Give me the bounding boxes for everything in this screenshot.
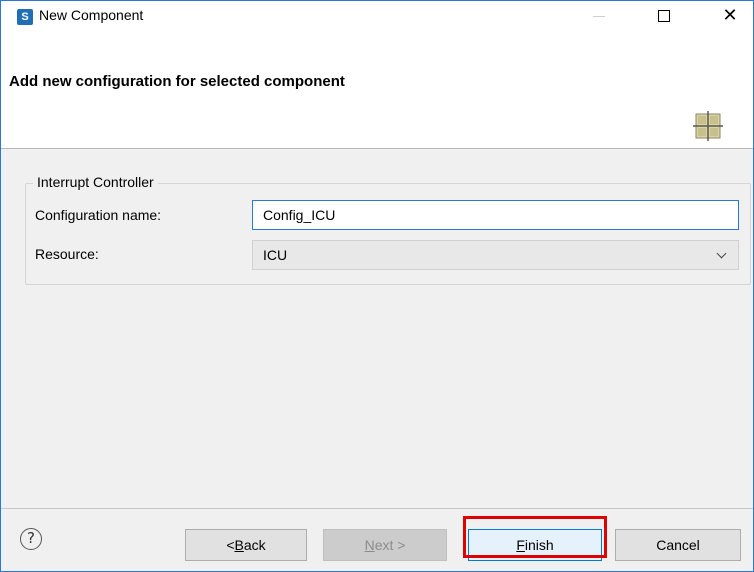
finish-mnemonic: F — [516, 537, 525, 553]
group-legend: Interrupt Controller — [33, 174, 158, 190]
maximize-button[interactable] — [641, 1, 687, 31]
minimize-button[interactable] — [576, 1, 622, 31]
footer-divider — [1, 508, 753, 509]
banner-title: Add new configuration for selected compo… — [9, 73, 345, 90]
back-mnemonic: B — [234, 537, 244, 553]
resource-select[interactable]: ICU — [252, 240, 739, 270]
cancel-button[interactable]: Cancel — [615, 529, 741, 561]
next-mnemonic: N — [364, 537, 375, 553]
back-button[interactable]: < Back — [185, 529, 307, 561]
resource-selected-value: ICU — [263, 247, 288, 263]
app-icon: S — [14, 9, 33, 25]
configuration-name-input[interactable] — [252, 200, 739, 230]
title-bar[interactable]: S New Component ✕ — [1, 1, 753, 31]
wizard-banner: Add new configuration for selected compo… — [1, 31, 753, 149]
close-button[interactable]: ✕ — [707, 1, 753, 31]
component-grid-icon — [693, 111, 723, 141]
back-rest: ack — [243, 537, 266, 553]
back-prefix: < — [226, 537, 235, 553]
close-icon: ✕ — [722, 5, 738, 26]
help-icon[interactable]: ? — [20, 528, 42, 550]
finish-rest: inish — [524, 537, 554, 553]
window-title: New Component — [39, 7, 144, 23]
chevron-down-icon — [716, 249, 728, 261]
dialog-window: S New Component ✕ Add new configuration … — [0, 0, 754, 572]
maximize-icon — [658, 10, 670, 22]
next-button[interactable]: Next > — [323, 529, 447, 561]
resource-label: Resource: — [35, 246, 99, 262]
minimize-icon — [593, 15, 605, 17]
finish-button[interactable]: Finish — [468, 529, 602, 561]
configuration-name-label: Configuration name: — [35, 207, 162, 223]
next-rest: ext > — [374, 537, 406, 553]
